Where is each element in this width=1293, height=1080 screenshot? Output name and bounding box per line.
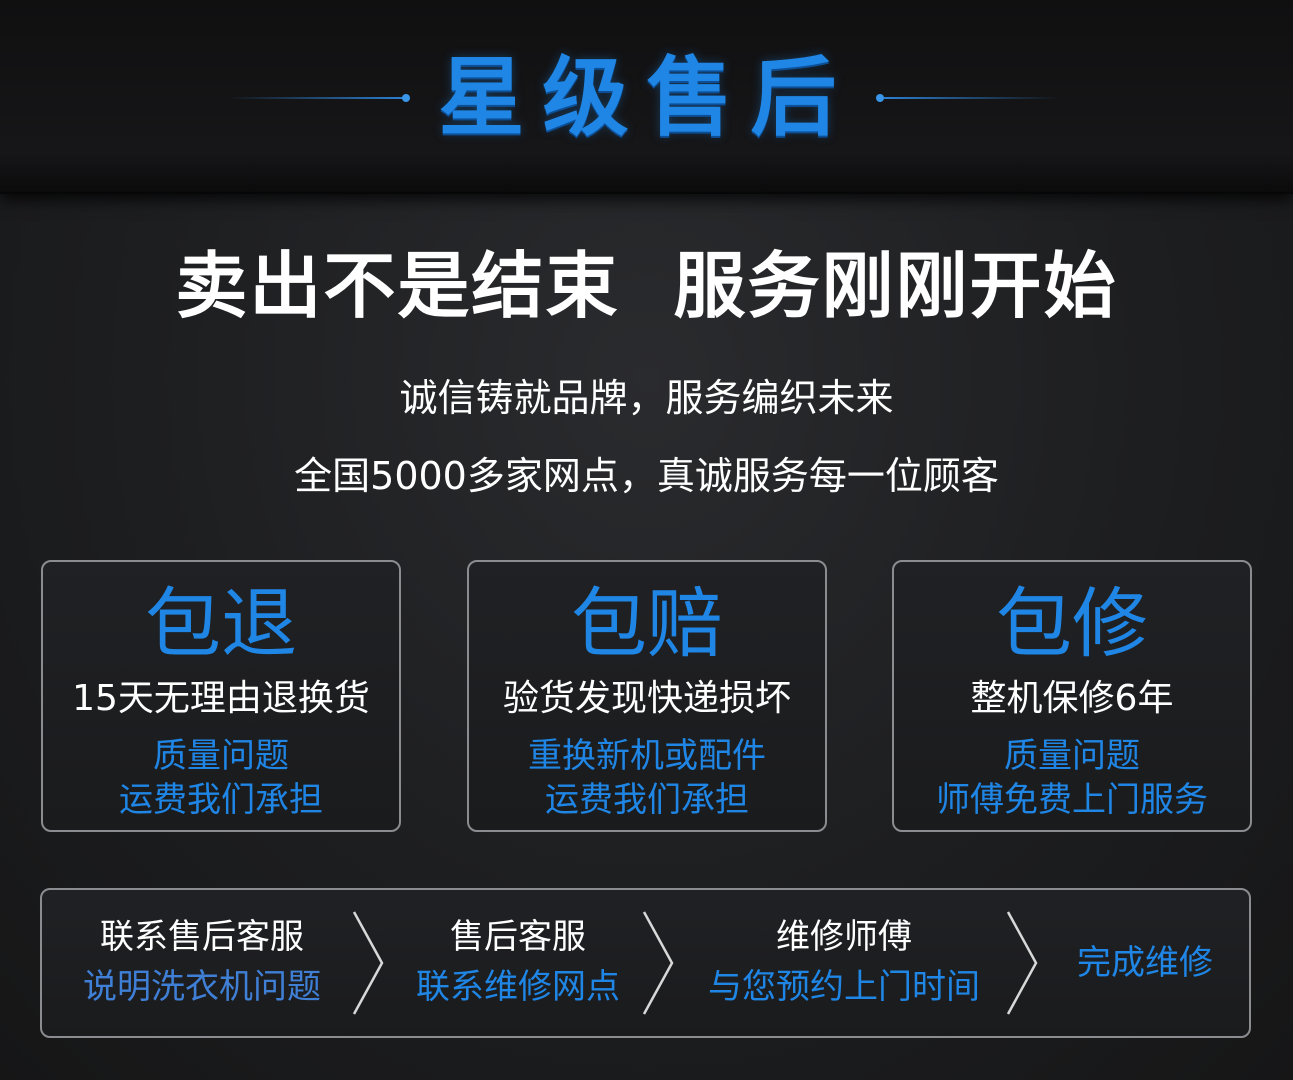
chevron-right-icon xyxy=(1002,908,1042,1018)
chevron-right-icon xyxy=(638,908,678,1018)
main-slogan: 卖出不是结束 服务刚刚开始 xyxy=(175,244,1118,328)
process-step-contact: 联系售后客服 说明洗衣机问题 xyxy=(72,890,332,1036)
process-step-appointment: 维修师傅 与您预约上门时间 xyxy=(684,890,1004,1036)
step-title: 售后客服 xyxy=(450,917,586,957)
after-sales-poster: 星级售后 卖出不是结束 服务刚刚开始 诚信铸就品牌，服务编织未来 全国5000多… xyxy=(0,0,1293,1080)
header-decoration-dot-right xyxy=(876,94,884,102)
subtitle-brand: 诚信铸就品牌，服务编织未来 xyxy=(399,376,894,420)
card-title: 包退 xyxy=(145,579,297,668)
header-decoration-line-right xyxy=(884,97,1059,99)
card-note: 质量问题 xyxy=(153,736,289,776)
card-note: 质量问题 xyxy=(1004,736,1140,776)
header-band: 星级售后 xyxy=(0,0,1293,194)
header-decoration-dot-left xyxy=(402,94,410,102)
card-note: 运费我们承担 xyxy=(119,780,323,820)
card-title: 包修 xyxy=(996,579,1148,668)
service-process-panel: 联系售后客服 说明洗衣机问题 售后客服 联系维修网点 维修师傅 与您预约上门时间… xyxy=(40,888,1251,1038)
card-note: 重换新机或配件 xyxy=(528,736,766,776)
card-note: 运费我们承担 xyxy=(545,780,749,820)
step-detail: 说明洗衣机问题 xyxy=(83,967,321,1007)
step-detail: 联系维修网点 xyxy=(416,967,620,1007)
card-note: 师傅免费上门服务 xyxy=(936,780,1208,820)
guarantee-card-repair: 包修 整机保修6年 质量问题 师傅免费上门服务 xyxy=(892,560,1252,832)
step-title: 联系售后客服 xyxy=(100,917,304,957)
card-description: 15天无理由退换货 xyxy=(72,678,370,719)
guarantee-card-return: 包退 15天无理由退换货 质量问题 运费我们承担 xyxy=(41,560,401,832)
card-description: 验货发现快递损坏 xyxy=(502,678,791,719)
card-description: 整机保修6年 xyxy=(970,678,1174,719)
step-detail: 与您预约上门时间 xyxy=(708,967,980,1007)
subtitle-network: 全国5000多家网点，真诚服务每一位顾客 xyxy=(294,454,999,498)
card-title: 包赔 xyxy=(571,579,723,668)
step-detail: 完成维修 xyxy=(1077,943,1213,983)
step-title: 维修师傅 xyxy=(776,917,912,957)
guarantee-card-compensation: 包赔 验货发现快递损坏 重换新机或配件 运费我们承担 xyxy=(467,560,827,832)
chevron-right-icon xyxy=(348,908,388,1018)
header-title: 星级售后 xyxy=(438,48,855,148)
header-decoration-line-left xyxy=(228,97,403,99)
process-step-dispatch: 售后客服 联系维修网点 xyxy=(388,890,648,1036)
process-step-complete: 完成维修 xyxy=(1050,890,1240,1036)
